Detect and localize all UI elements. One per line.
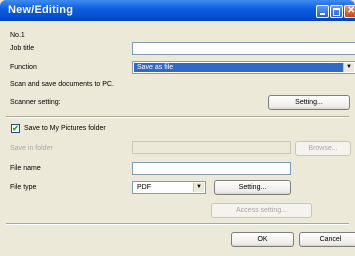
browse-button: Browse...: [295, 141, 351, 156]
chevron-down-icon[interactable]: ▼: [193, 183, 204, 192]
save-in-folder-input: [132, 141, 291, 154]
function-label: Function: [10, 64, 37, 71]
scanner-setting-button[interactable]: Setting...: [268, 95, 350, 110]
access-setting-button: Access setting...: [211, 203, 312, 218]
cancel-button[interactable]: Cancel: [299, 232, 355, 247]
divider: [6, 116, 349, 118]
function-selected-value: Save as file: [134, 63, 343, 72]
minimize-icon[interactable]: [316, 5, 329, 18]
title-bar[interactable]: New/Editing: [0, 0, 355, 21]
file-name-label: File name: [10, 165, 41, 172]
job-number-label: No.1: [10, 32, 25, 39]
divider: [6, 223, 349, 225]
save-to-pictures-label[interactable]: Save to My Pictures folder: [24, 125, 106, 132]
chevron-down-icon[interactable]: ▼: [343, 63, 354, 72]
file-type-selected-value: PDF: [137, 184, 151, 191]
new-editing-dialog: New/Editing No.1 Job title Function Save…: [0, 0, 355, 256]
ok-button[interactable]: OK: [231, 232, 294, 247]
scanner-setting-label: Scanner setting:: [10, 99, 61, 106]
close-icon[interactable]: [344, 5, 355, 18]
maximize-icon[interactable]: [330, 5, 343, 18]
file-type-label: File type: [10, 184, 37, 191]
file-name-input[interactable]: [132, 162, 291, 175]
job-title-input[interactable]: [132, 42, 355, 55]
save-in-folder-label: Save in folder: [10, 145, 53, 152]
file-type-select[interactable]: PDF ▼: [132, 181, 206, 194]
window-title: New/Editing: [8, 4, 74, 16]
file-type-setting-button[interactable]: Setting...: [214, 180, 291, 195]
function-select[interactable]: Save as file ▼: [132, 61, 355, 74]
save-to-pictures-checkbox[interactable]: ✔: [11, 124, 20, 133]
function-description: Scan and save documents to PC.: [10, 81, 114, 88]
job-title-label: Job title: [10, 45, 35, 52]
